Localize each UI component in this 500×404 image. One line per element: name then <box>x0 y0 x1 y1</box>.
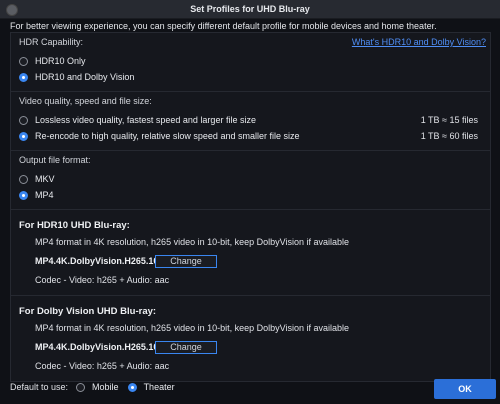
dv-profile-name: MP4.4K.DolbyVision.H265.10Bit <box>35 342 171 352</box>
file-size-estimate: 1 TB ≈ 60 files <box>420 131 478 141</box>
dolby-vision-profile-section: For Dolby Vision UHD Blu-ray: MP4 format… <box>11 296 490 381</box>
quality-option-lossless[interactable]: Lossless video quality, fastest speed an… <box>19 112 482 128</box>
radio-icon[interactable] <box>19 115 28 125</box>
dv-codec-info: Codec - Video: h265 + Audio: aac <box>35 361 170 371</box>
dv-profile-description: MP4 format in 4K resolution, h265 video … <box>35 323 350 333</box>
video-quality-label: Video quality, speed and file size: <box>19 96 152 106</box>
default-option-theater[interactable]: Theater <box>144 382 175 392</box>
format-option-mkv[interactable]: MKV <box>19 171 482 187</box>
format-option-label: MP4 <box>35 190 54 200</box>
window-title: Set Profiles for UHD Blu-ray <box>190 4 310 14</box>
format-option-mp4[interactable]: MP4 <box>19 187 482 203</box>
hdr-option-label: HDR10 and Dolby Vision <box>35 72 135 82</box>
close-window-icon[interactable] <box>6 4 18 16</box>
output-format-section: Output file format: MKV MP4 <box>11 151 490 210</box>
quality-option-label: Lossless video quality, fastest speed an… <box>35 115 256 125</box>
hdr-capability-section: HDR Capability: What's HDR10 and Dolby V… <box>11 33 490 92</box>
file-size-estimate: 1 TB ≈ 15 files <box>420 115 478 125</box>
hdr-option-hdr10-only[interactable]: HDR10 Only <box>19 53 482 69</box>
radio-selected-icon[interactable] <box>127 382 137 392</box>
radio-selected-icon[interactable] <box>19 72 28 82</box>
hdr10-profile-section: For HDR10 UHD Blu-ray: MP4 format in 4K … <box>11 210 490 296</box>
default-to-use-label: Default to use: <box>10 382 69 392</box>
ok-button[interactable]: OK <box>434 379 496 399</box>
hdr10-profile-row: MP4.4K.DolbyVision.H265.10Bit Change <box>19 251 482 271</box>
default-option-mobile[interactable]: Mobile <box>92 382 119 392</box>
video-quality-section: Video quality, speed and file size: Loss… <box>11 92 490 151</box>
hdr10-profile-description: MP4 format in 4K resolution, h265 video … <box>35 237 350 247</box>
dv-change-button[interactable]: Change <box>155 340 217 354</box>
settings-panel: HDR Capability: What's HDR10 and Dolby V… <box>10 32 491 382</box>
hdr-info-link[interactable]: What's HDR10 and Dolby Vision? <box>352 37 486 47</box>
dv-profile-heading: For Dolby Vision UHD Blu-ray: <box>19 306 157 317</box>
quality-option-reencode[interactable]: Re-encode to high quality, relative slow… <box>19 128 482 144</box>
radio-icon[interactable] <box>19 174 28 184</box>
format-option-label: MKV <box>35 174 55 184</box>
hdr-option-label: HDR10 Only <box>35 56 86 66</box>
radio-icon[interactable] <box>19 56 28 66</box>
title-bar: Set Profiles for UHD Blu-ray <box>0 0 500 19</box>
hdr10-change-button[interactable]: Change <box>155 254 217 268</box>
default-device-selector: Default to use: Mobile Theater <box>10 382 184 392</box>
hdr10-codec-info: Codec - Video: h265 + Audio: aac <box>35 275 170 285</box>
output-format-label: Output file format: <box>19 155 91 165</box>
hdr10-profile-name: MP4.4K.DolbyVision.H265.10Bit <box>35 256 171 266</box>
hdr-option-hdr10-dolby-vision[interactable]: HDR10 and Dolby Vision <box>19 69 482 85</box>
radio-selected-icon[interactable] <box>19 190 28 200</box>
radio-selected-icon[interactable] <box>19 131 28 141</box>
radio-icon[interactable] <box>76 382 86 392</box>
hdr10-profile-heading: For HDR10 UHD Blu-ray: <box>19 220 130 231</box>
quality-option-label: Re-encode to high quality, relative slow… <box>35 131 300 141</box>
intro-text: For better viewing experience, you can s… <box>10 21 437 31</box>
dv-profile-row: MP4.4K.DolbyVision.H265.10Bit Change <box>19 337 482 357</box>
